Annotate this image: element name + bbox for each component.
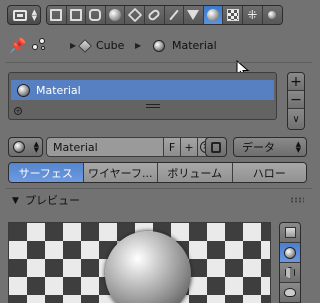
material-sphere-icon bbox=[153, 40, 165, 52]
material-type-tabs: サーフェス ワイヤーフ... ボリューム ハロー bbox=[8, 162, 307, 183]
link-dropdown[interactable]: データ ▲ ▼ bbox=[233, 137, 307, 157]
tab-modifiers[interactable] bbox=[164, 6, 185, 24]
constraints-icon bbox=[147, 8, 162, 22]
breadcrumb-arrow-icon: ▶ bbox=[70, 41, 77, 50]
resize-grip[interactable] bbox=[146, 104, 160, 108]
breadcrumb-arrow-icon: ▶ bbox=[135, 41, 142, 50]
slot-buttons: + − ∨ bbox=[287, 72, 305, 130]
breadcrumb-object: Cube bbox=[96, 39, 125, 52]
preview-monkey-button[interactable] bbox=[280, 283, 300, 303]
list-item[interactable]: Material bbox=[11, 80, 274, 100]
scene-icon bbox=[89, 9, 102, 21]
panel-title: プレビュー bbox=[25, 194, 80, 207]
object-data-icon bbox=[32, 38, 48, 52]
plane-icon bbox=[284, 227, 296, 238]
cube-icon bbox=[78, 39, 92, 53]
tab-particles[interactable]: ⁜ bbox=[242, 6, 263, 24]
chevron-updown-icon: ▲ ▼ bbox=[33, 140, 39, 154]
link-dropdown-label: データ bbox=[242, 141, 275, 154]
tab-physics[interactable] bbox=[262, 6, 283, 24]
tab-volume[interactable]: ボリューム bbox=[158, 163, 233, 182]
tab-object[interactable] bbox=[125, 6, 145, 24]
drag-handle-icon[interactable] bbox=[290, 197, 304, 203]
browse-material-button[interactable]: ▲ ▼ bbox=[8, 137, 43, 157]
texture-icon bbox=[226, 9, 239, 21]
material-sphere-icon bbox=[17, 83, 30, 97]
tab-data[interactable] bbox=[184, 6, 204, 24]
tab-render-layers[interactable] bbox=[66, 6, 87, 24]
material-preview bbox=[8, 222, 271, 303]
material-name-field[interactable]: Material bbox=[46, 137, 164, 157]
copy-paste-button[interactable] bbox=[205, 137, 227, 157]
divider bbox=[6, 188, 312, 189]
properties-editor-icon bbox=[13, 10, 27, 21]
render-icon bbox=[50, 9, 63, 21]
preview-sphere-button[interactable] bbox=[280, 243, 300, 263]
particles-icon: ⁜ bbox=[247, 8, 258, 22]
tab-scene[interactable] bbox=[86, 6, 106, 24]
chevron-updown-icon: ▲ ▼ bbox=[31, 8, 37, 22]
monkey-icon bbox=[284, 288, 296, 297]
tab-wire[interactable]: ワイヤーフ... bbox=[83, 163, 158, 182]
tab-material[interactable] bbox=[203, 6, 224, 24]
clipboard-icon bbox=[211, 141, 221, 153]
pin-icon[interactable]: 📌 bbox=[9, 38, 26, 54]
preview-shape-buttons bbox=[279, 222, 301, 303]
render-layers-icon bbox=[69, 9, 82, 21]
collapse-arrow-icon[interactable]: ▼ bbox=[12, 196, 19, 206]
add-slot-button[interactable]: + bbox=[288, 73, 304, 91]
material-sphere-icon bbox=[13, 141, 25, 153]
sphere-icon bbox=[284, 246, 296, 259]
data-icon bbox=[187, 10, 200, 20]
preview-cube-button[interactable] bbox=[280, 263, 300, 283]
modifiers-icon bbox=[169, 9, 179, 21]
material-slot-list: Material + bbox=[8, 72, 277, 120]
context-tabs: ⁜ bbox=[46, 5, 284, 25]
add-small-icon: + bbox=[14, 107, 22, 115]
preview-flat-button[interactable] bbox=[280, 223, 300, 243]
new-material-button[interactable]: + bbox=[181, 137, 198, 157]
material-icon bbox=[207, 9, 220, 21]
fake-user-button[interactable]: F bbox=[164, 137, 181, 157]
tab-constraints[interactable] bbox=[144, 6, 165, 24]
object-icon bbox=[127, 7, 142, 23]
world-icon bbox=[109, 9, 122, 21]
divider bbox=[6, 62, 312, 63]
remove-slot-button[interactable]: − bbox=[288, 91, 304, 109]
physics-icon bbox=[268, 11, 277, 19]
material-slot-label: Material bbox=[36, 83, 81, 97]
material-selector: ▲▼ Material F + × bbox=[8, 137, 215, 157]
tab-texture[interactable] bbox=[223, 6, 243, 24]
tab-surface[interactable]: サーフェス bbox=[9, 163, 84, 182]
editor-type-menu[interactable]: ▲ ▼ bbox=[7, 5, 41, 25]
preview-sphere bbox=[105, 231, 191, 303]
tab-world[interactable] bbox=[105, 6, 126, 24]
chevron-updown-icon: ▲ ▼ bbox=[295, 140, 301, 154]
tab-halo[interactable]: ハロー bbox=[232, 163, 306, 182]
breadcrumb-material: Material bbox=[172, 39, 217, 52]
tab-render[interactable] bbox=[47, 6, 67, 24]
slot-specials-menu-button[interactable]: ∨ bbox=[288, 109, 304, 129]
cube-icon bbox=[285, 266, 295, 279]
